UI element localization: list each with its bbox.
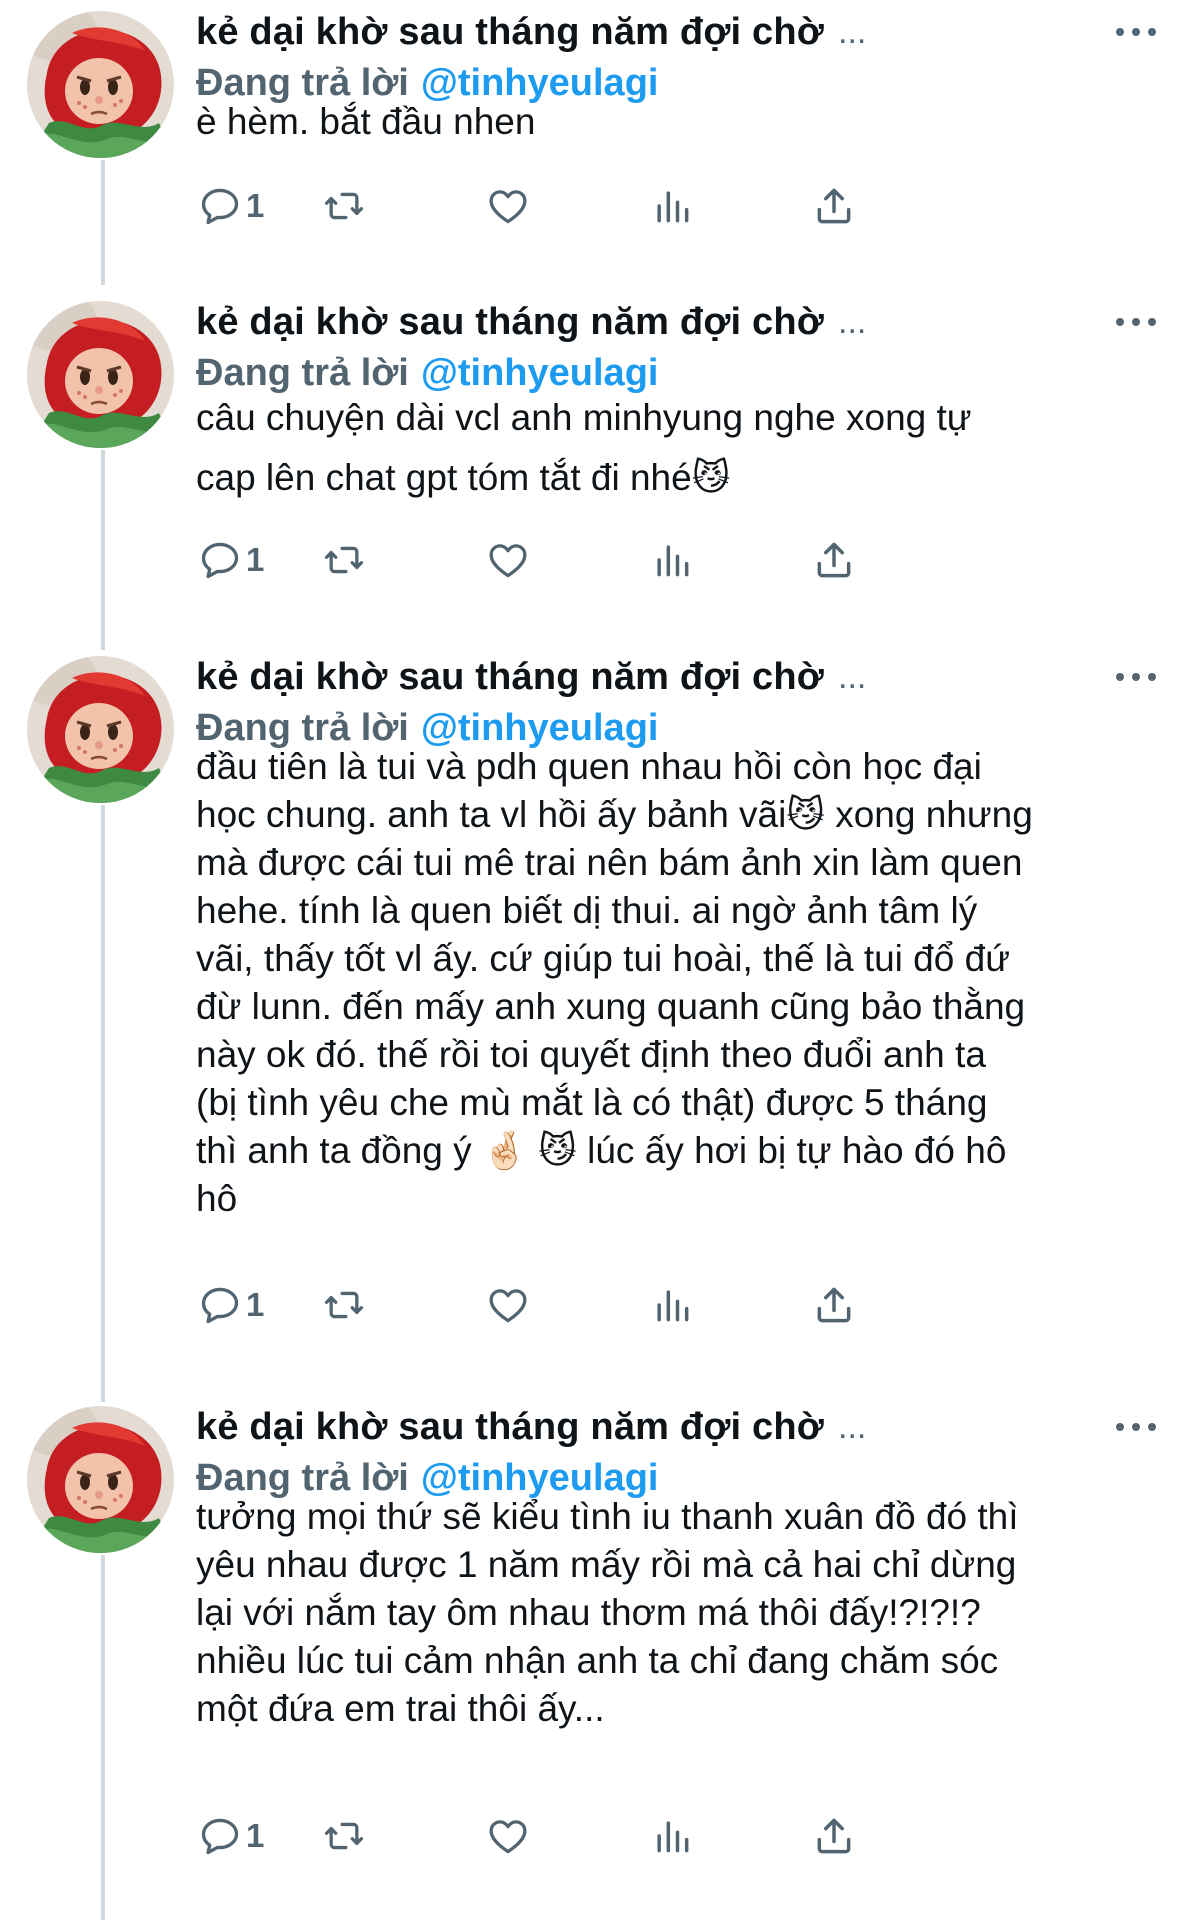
like-button[interactable] bbox=[486, 530, 530, 590]
tweet-header: kẻ dại khờ sau tháng năm đợi chờ ... bbox=[196, 8, 1096, 56]
share-upload-icon bbox=[817, 188, 851, 224]
reply-count: 1 bbox=[246, 187, 265, 224]
reply-count: 1 bbox=[246, 541, 265, 578]
reply-bubble-icon bbox=[201, 1287, 239, 1324]
avatar[interactable] bbox=[27, 1406, 174, 1553]
reply-button[interactable]: 1 bbox=[198, 530, 264, 590]
avatar[interactable] bbox=[27, 11, 174, 158]
views-button[interactable] bbox=[650, 1806, 694, 1866]
tweet-header: kẻ dại khờ sau tháng năm đợi chờ ... bbox=[196, 653, 1096, 701]
more-dots-icon[interactable] bbox=[1116, 1417, 1156, 1437]
share-button[interactable] bbox=[812, 530, 856, 590]
views-bars-icon bbox=[657, 545, 689, 577]
red-hood-figure-avatar bbox=[27, 11, 174, 158]
tweet-header: kẻ dại khờ sau tháng năm đợi chờ ... bbox=[196, 298, 1096, 346]
red-hood-figure-avatar bbox=[27, 301, 174, 448]
reply-count: 1 bbox=[246, 1286, 265, 1323]
share-button[interactable] bbox=[812, 1806, 856, 1866]
tweet-text: è hèm. bắt đầu nhen bbox=[196, 101, 536, 142]
heart-icon bbox=[489, 1289, 527, 1323]
heart-icon bbox=[489, 1820, 527, 1854]
more-dots-icon[interactable] bbox=[1116, 667, 1156, 687]
name-truncation: ... bbox=[838, 12, 867, 51]
reply-bubble-icon bbox=[201, 1818, 239, 1855]
retweet-icon bbox=[324, 546, 364, 574]
retweet-icon bbox=[324, 192, 364, 220]
reply-button[interactable]: 1 bbox=[198, 1806, 264, 1866]
author-name[interactable]: kẻ dại khờ sau tháng năm đợi chờ bbox=[196, 11, 824, 54]
views-bars-icon bbox=[657, 1821, 689, 1853]
tweet-text: đầu tiên là tui và pdh quen nhau hồi còn… bbox=[196, 746, 1033, 1219]
action-bar: 1 bbox=[196, 530, 1076, 590]
share-upload-icon bbox=[817, 1287, 851, 1323]
views-button[interactable] bbox=[650, 1275, 694, 1335]
views-bars-icon bbox=[657, 1290, 689, 1322]
author-name[interactable]: kẻ dại khờ sau tháng năm đợi chờ bbox=[196, 301, 824, 344]
like-button[interactable] bbox=[486, 1275, 530, 1335]
author-name[interactable]: kẻ dại khờ sau tháng năm đợi chờ bbox=[196, 1406, 824, 1449]
avatar[interactable] bbox=[27, 656, 174, 803]
share-button[interactable] bbox=[812, 1275, 856, 1335]
retweet-button[interactable] bbox=[322, 530, 366, 590]
views-bars-icon bbox=[657, 191, 689, 223]
share-upload-icon bbox=[817, 1818, 851, 1854]
reply-button[interactable]: 1 bbox=[198, 1275, 264, 1335]
action-bar: 1 bbox=[196, 176, 1076, 236]
avatar[interactable] bbox=[27, 301, 174, 448]
tweet-text: tưởng mọi thứ sẽ kiểu tình iu thanh xuân… bbox=[196, 1496, 1019, 1729]
thread-connector bbox=[101, 160, 105, 285]
retweet-button[interactable] bbox=[322, 1275, 366, 1335]
share-button[interactable] bbox=[812, 176, 856, 236]
name-truncation: ... bbox=[838, 1407, 867, 1446]
retweet-button[interactable] bbox=[322, 176, 366, 236]
reply-count: 1 bbox=[246, 1817, 265, 1854]
red-hood-figure-avatar bbox=[27, 1406, 174, 1553]
like-button[interactable] bbox=[486, 176, 530, 236]
author-name[interactable]: kẻ dại khờ sau tháng năm đợi chờ bbox=[196, 656, 824, 699]
retweet-icon bbox=[324, 1822, 364, 1850]
share-upload-icon bbox=[817, 542, 851, 578]
name-truncation: ... bbox=[838, 302, 867, 341]
reply-bubble-icon bbox=[201, 188, 239, 225]
views-button[interactable] bbox=[650, 530, 694, 590]
more-dots-icon[interactable] bbox=[1116, 22, 1156, 42]
heart-icon bbox=[489, 544, 527, 578]
reply-button[interactable]: 1 bbox=[198, 176, 264, 236]
tweet-text: câu chuyện dài vcl anh minhyung nghe xon… bbox=[196, 397, 972, 498]
action-bar: 1 bbox=[196, 1275, 1076, 1335]
thread-connector bbox=[101, 805, 105, 1402]
retweet-icon bbox=[324, 1291, 364, 1319]
name-truncation: ... bbox=[838, 657, 867, 696]
like-button[interactable] bbox=[486, 1806, 530, 1866]
retweet-button[interactable] bbox=[322, 1806, 366, 1866]
thread-connector bbox=[101, 450, 105, 650]
views-button[interactable] bbox=[650, 176, 694, 236]
reply-bubble-icon bbox=[201, 542, 239, 579]
heart-icon bbox=[489, 190, 527, 224]
action-bar: 1 bbox=[196, 1806, 1076, 1866]
red-hood-figure-avatar bbox=[27, 656, 174, 803]
more-dots-icon[interactable] bbox=[1116, 312, 1156, 332]
thread-connector bbox=[101, 1555, 105, 1920]
tweet-header: kẻ dại khờ sau tháng năm đợi chờ ... bbox=[196, 1403, 1096, 1451]
